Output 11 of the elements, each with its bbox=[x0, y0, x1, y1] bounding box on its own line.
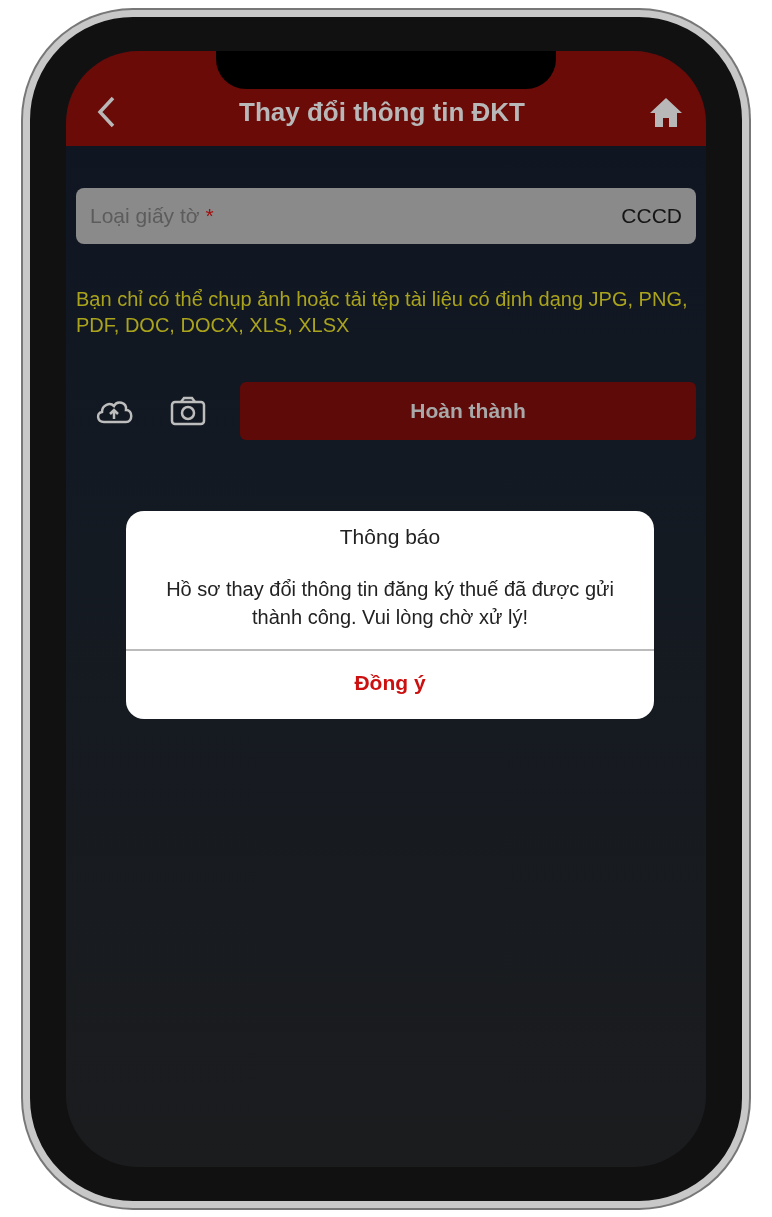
home-icon[interactable] bbox=[648, 96, 684, 128]
dialog-message: Hồ sơ thay đổi thông tin đăng ký thuế đã được gửi thành công. Vui lòng chờ xử lý! bbox=[166, 576, 614, 630]
complete-button[interactable]: Hoàn thành bbox=[240, 381, 696, 440]
required-mark: * bbox=[205, 203, 214, 228]
back-icon[interactable] bbox=[96, 95, 116, 129]
screen-title: Thay đổi thông tin ĐKT bbox=[238, 96, 526, 128]
dialog-title: Thông báo bbox=[339, 524, 441, 549]
camera-icon[interactable] bbox=[170, 395, 206, 426]
field-value: CCCD bbox=[621, 203, 682, 228]
agree-button[interactable]: Đồng ý bbox=[324, 650, 456, 719]
format-hint: Bạn chỉ có thể chụp ảnh hoặc tải tệp tài liệu có định dạng JPG, PNG, PDF, DOC, DOCX, XLS, XLSX bbox=[76, 286, 689, 338]
